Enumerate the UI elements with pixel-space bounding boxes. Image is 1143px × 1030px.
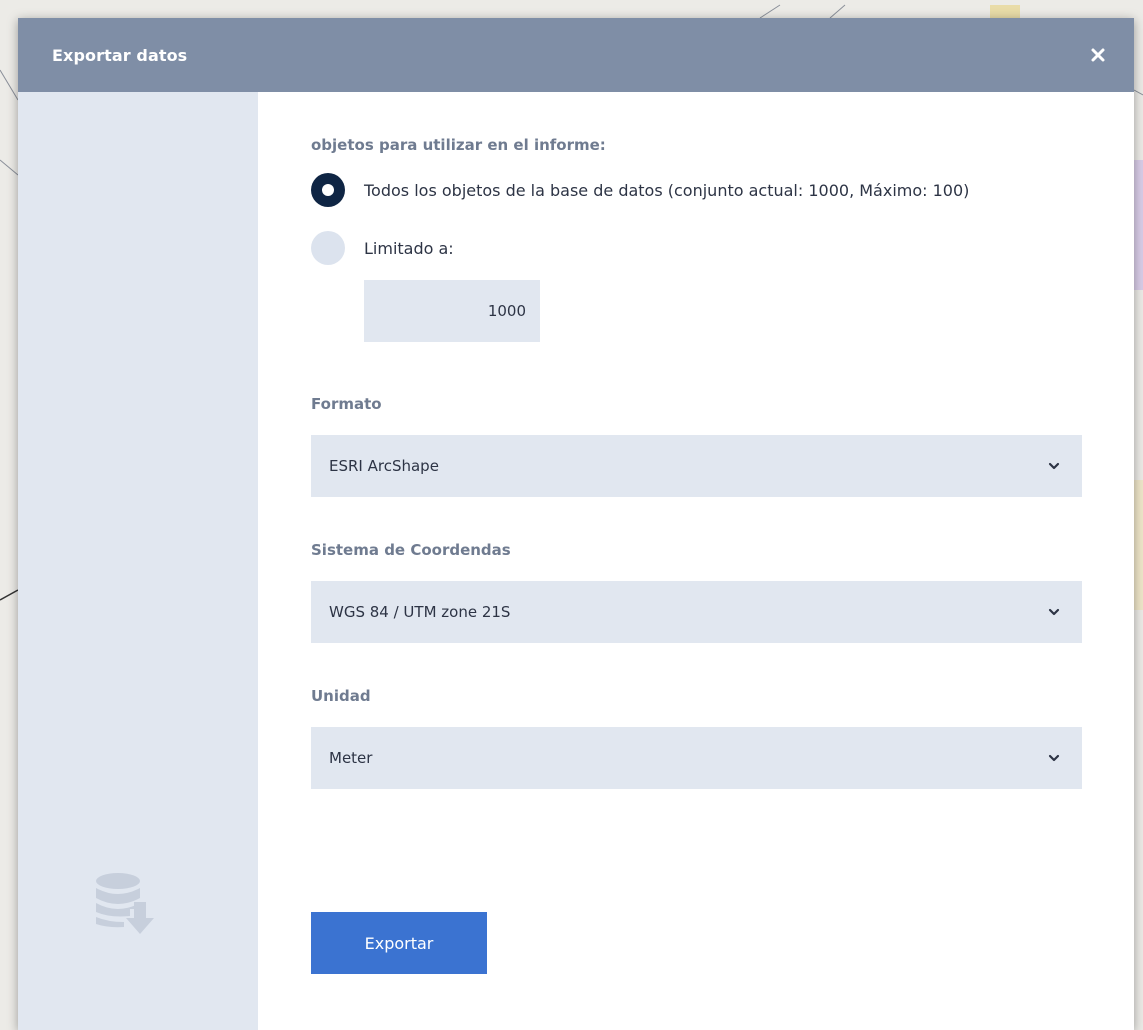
unit-selected-value: Meter	[329, 749, 373, 767]
radio-all-objects[interactable]	[311, 173, 345, 207]
objects-section-label: objetos para utilizar en el informe:	[311, 136, 606, 154]
dialog-header: Exportar datos	[18, 18, 1134, 92]
database-export-icon	[96, 873, 154, 934]
unit-select[interactable]: Meter	[311, 727, 1082, 789]
crs-selected-value: WGS 84 / UTM zone 21S	[329, 603, 511, 621]
crs-select[interactable]: WGS 84 / UTM zone 21S	[311, 581, 1082, 643]
format-select[interactable]: ESRI ArcShape	[311, 435, 1082, 497]
unit-label: Unidad	[311, 687, 371, 705]
close-button[interactable]	[1086, 43, 1110, 67]
dialog-body: objetos para utilizar en el informe: Tod…	[18, 92, 1134, 1030]
dialog-title: Exportar datos	[52, 45, 188, 65]
close-icon	[1091, 48, 1105, 62]
radio-limited[interactable]	[311, 231, 345, 265]
radio-all-objects-label: Todos los objetos de la base de datos (c…	[364, 180, 970, 200]
crs-label: Sistema de Coordendas	[311, 541, 511, 559]
format-label: Formato	[311, 395, 382, 413]
radio-limited-label: Limitado a:	[364, 238, 454, 258]
chevron-down-icon	[1048, 462, 1060, 470]
radio-option-limited[interactable]: Limitado a:	[311, 230, 1082, 266]
export-form: objetos para utilizar en el informe: Tod…	[258, 92, 1134, 1030]
format-selected-value: ESRI ArcShape	[329, 457, 439, 475]
side-panel	[18, 92, 258, 1030]
limit-input[interactable]	[364, 280, 540, 342]
chevron-down-icon	[1048, 754, 1060, 762]
export-button[interactable]: Exportar	[311, 912, 487, 974]
export-dialog: Exportar datos objetos para utilizar en …	[18, 18, 1134, 1030]
radio-option-all-objects[interactable]: Todos los objetos de la base de datos (c…	[311, 172, 1082, 208]
chevron-down-icon	[1048, 608, 1060, 616]
